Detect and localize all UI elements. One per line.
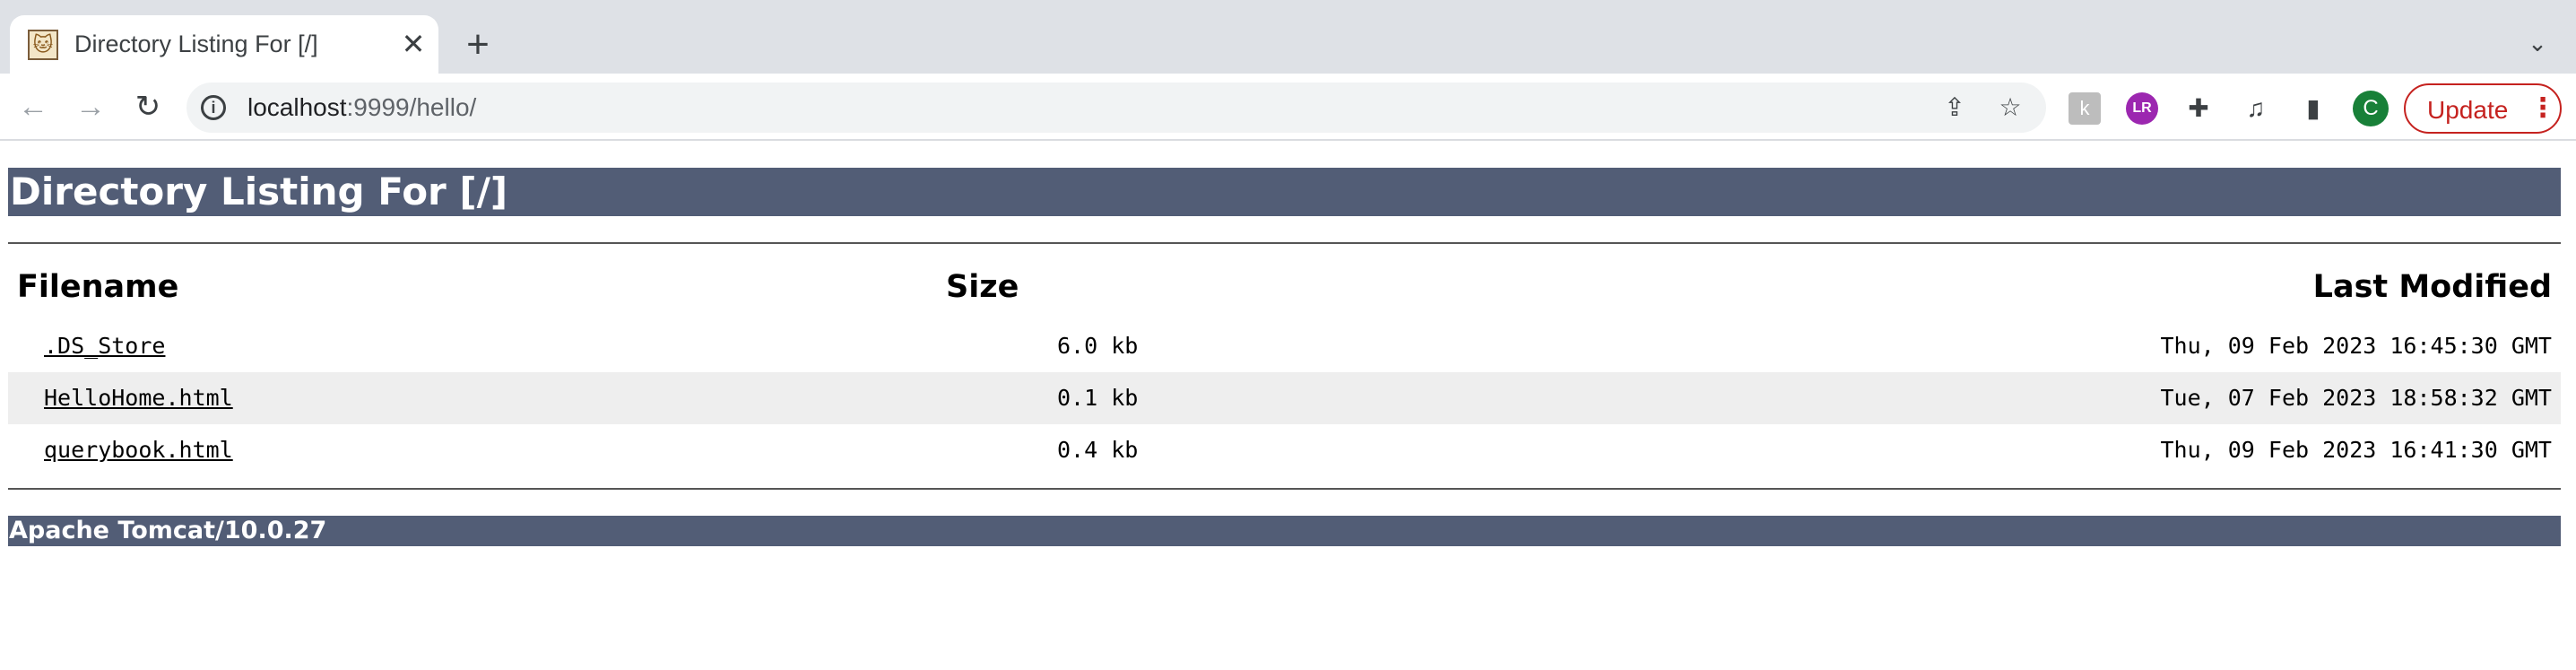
url-text[interactable]: localhost:9999/hello/ [247, 93, 476, 122]
site-info-icon[interactable]: i [201, 95, 226, 120]
extensions-puzzle-icon[interactable]: ✚ [2182, 92, 2215, 125]
file-size: 6.0 kb [1057, 333, 1139, 359]
file-modified: Tue, 07 Feb 2023 18:58:32 GMT [2160, 385, 2553, 411]
table-row: .DS_Store 6.0 kb Thu, 09 Feb 2023 16:45:… [8, 320, 2561, 372]
file-link[interactable]: .DS_Store [44, 333, 165, 359]
forward-arrow-icon[interactable]: → [70, 86, 111, 127]
reload-icon[interactable]: ↻ [127, 86, 169, 127]
tab-directory-listing[interactable]: 🐱 Directory Listing For [/] ✕ [10, 15, 438, 74]
tab-search-chevron-icon[interactable]: ⌄ [2520, 25, 2555, 61]
divider [8, 488, 2561, 490]
file-link[interactable]: HelloHome.html [44, 385, 233, 411]
tomcat-favicon-icon: 🐱 [28, 30, 58, 60]
update-button[interactable]: Update ⋮ [2404, 83, 2562, 134]
share-icon[interactable]: ⇪ [1939, 91, 1971, 124]
column-header-filename: Filename [17, 269, 179, 305]
divider [8, 242, 2561, 244]
bookmark-star-icon[interactable]: ☆ [1994, 91, 2026, 124]
side-panel-icon[interactable]: ▮ [2297, 92, 2329, 125]
file-modified: Thu, 09 Feb 2023 16:41:30 GMT [2160, 437, 2553, 463]
address-bar[interactable]: i localhost:9999/hello/ ⇪ ☆ [186, 83, 2046, 133]
update-label: Update [2427, 96, 2509, 124]
close-icon[interactable]: ✕ [397, 28, 429, 60]
tab-title: Directory Listing For [/] [74, 30, 318, 57]
url-path: :9999/hello/ [346, 93, 477, 121]
profile-avatar[interactable]: C [2353, 91, 2389, 126]
page-content: Directory Listing For [/] Filename Size … [0, 142, 2576, 670]
url-host: localhost [247, 93, 347, 121]
file-modified: Thu, 09 Feb 2023 16:45:30 GMT [2160, 333, 2553, 359]
menu-dots-icon[interactable]: ⋮ [2529, 92, 2556, 124]
server-footer: Apache Tomcat/10.0.27 [8, 516, 2561, 546]
file-size: 0.4 kb [1057, 437, 1139, 463]
column-header-size: Size [946, 269, 1019, 305]
file-size: 0.1 kb [1057, 385, 1139, 411]
media-control-icon[interactable]: ♫ [2240, 92, 2272, 125]
extension-lr-icon[interactable]: LR [2126, 92, 2158, 125]
tab-strip: 🐱 Directory Listing For [/] ✕ + ⌄ [0, 0, 2576, 74]
column-header-last-modified: Last Modified [2312, 269, 2552, 305]
table-row: HelloHome.html 0.1 kb Tue, 07 Feb 2023 1… [8, 372, 2561, 424]
table-row: querybook.html 0.4 kb Thu, 09 Feb 2023 1… [8, 424, 2561, 476]
browser-toolbar: ← → ↻ i localhost:9999/hello/ ⇪ ☆ k LR ✚… [0, 74, 2576, 141]
file-link[interactable]: querybook.html [44, 437, 233, 463]
extension-k-icon[interactable]: k [2069, 92, 2101, 125]
back-arrow-icon[interactable]: ← [13, 86, 54, 127]
new-tab-icon[interactable]: + [457, 25, 499, 66]
page-title: Directory Listing For [/] [8, 168, 2561, 216]
